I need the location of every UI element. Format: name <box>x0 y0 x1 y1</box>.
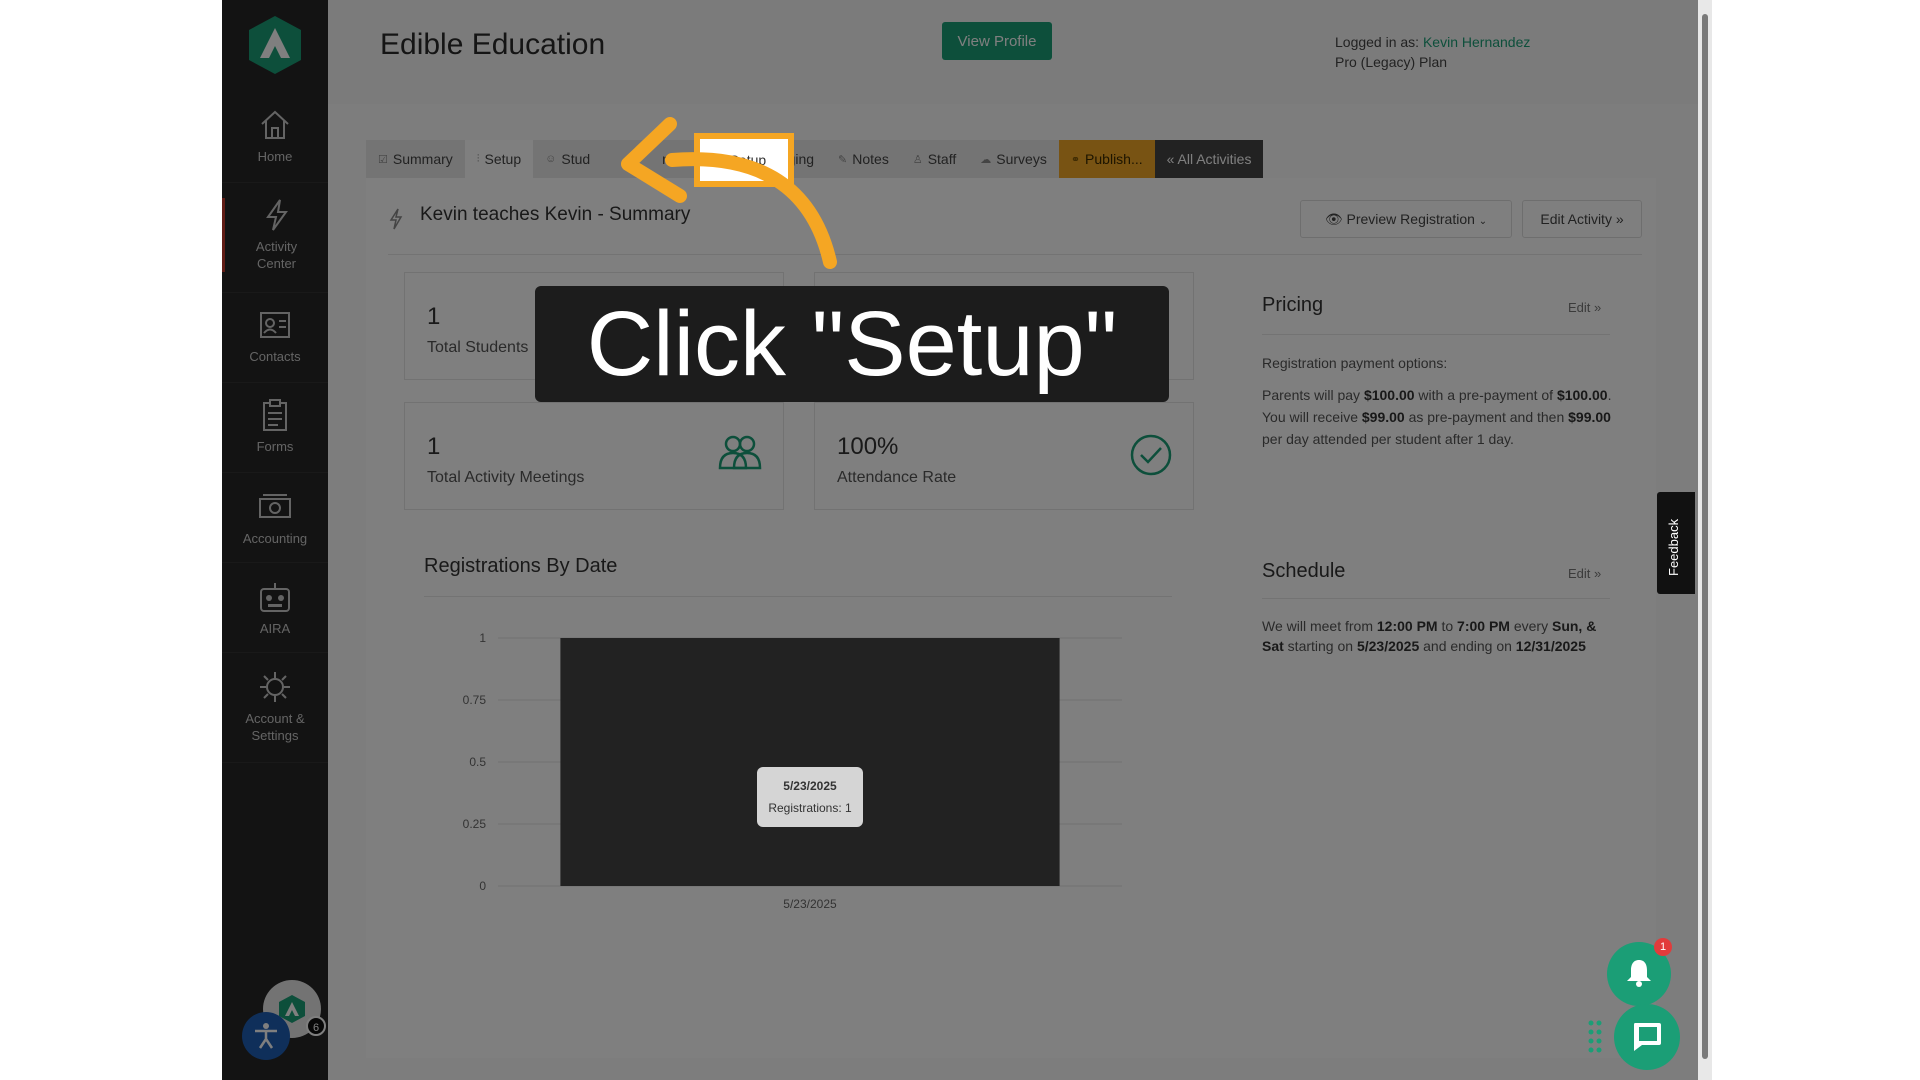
x-tick-label: 5/23/2025 <box>783 897 837 911</box>
cash-icon <box>259 494 291 518</box>
accessibility-badge: 6 <box>306 1016 326 1036</box>
schedule-value: 5/23/2025 <box>1356 638 1420 654</box>
schedule-text: to <box>1437 618 1458 634</box>
schedule-details: We will meet from 12:00 PM to 7:00 PM ev… <box>1262 616 1612 656</box>
chart-title: Registrations By Date <box>424 555 618 577</box>
y-tick-label: 0 <box>479 879 486 893</box>
schedule-edit-link[interactable]: Edit » <box>1568 566 1601 581</box>
sidebar-item-label: Contacts <box>249 349 301 364</box>
pricing-amount: $99.00 <box>1568 409 1611 425</box>
schedule-text: starting on <box>1283 638 1357 654</box>
divider <box>424 596 1172 597</box>
stat-label: Attendance Rate <box>837 469 957 486</box>
tooltip-text: Registrations: 1 <box>768 801 852 815</box>
contacts-icon <box>260 312 290 338</box>
stat-value: 1 <box>427 433 441 460</box>
pricing-text: with a pre-payment of <box>1414 387 1557 403</box>
notification-badge: 1 <box>1654 938 1672 956</box>
stat-value: 1 <box>427 303 441 330</box>
schedule-value: 7:00 PM <box>1457 618 1510 634</box>
robot-icon <box>260 583 290 612</box>
pricing-payment-options: Registration payment options: <box>1262 355 1448 371</box>
divider <box>222 562 328 563</box>
divider <box>222 472 328 473</box>
chart-bar[interactable] <box>560 638 1060 886</box>
pricing-text: as pre-payment and then <box>1404 409 1569 425</box>
schedule-text: We will meet from <box>1262 618 1377 634</box>
tutorial-callout: Click "Setup" <box>535 286 1169 402</box>
divider <box>222 652 328 653</box>
y-tick-label: 0.5 <box>469 755 486 769</box>
tooltip-date: 5/23/2025 <box>783 779 837 793</box>
feedback-label: Feedback <box>1666 518 1681 576</box>
sidebar-item-accounting[interactable]: Accounting <box>222 490 328 547</box>
sidebar-item-aira[interactable]: AIRA <box>222 580 328 637</box>
schedule-text: and ending on <box>1419 638 1516 654</box>
y-tick-label: 0.75 <box>463 693 487 707</box>
accessibility-button[interactable] <box>242 1012 290 1060</box>
pricing-text: per day attended per student after 1 day… <box>1262 431 1514 447</box>
sidebar-item-account-settings[interactable]: Account & Settings <box>222 670 328 744</box>
pricing-details: Parents will pay $100.00 with a pre-paym… <box>1262 384 1612 450</box>
y-tick-label: 0.25 <box>463 817 487 831</box>
divider <box>1262 334 1610 335</box>
chat-button[interactable] <box>1614 1004 1680 1070</box>
app-window: Home Activity Center Contacts Forms Acco… <box>222 0 1698 1080</box>
pricing-edit-link[interactable]: Edit » <box>1568 300 1601 315</box>
stat-label: Total Students <box>427 339 529 356</box>
sidebar-item-forms[interactable]: Forms <box>222 398 328 455</box>
sidebar-item-label: Forms <box>256 439 294 454</box>
chart-tooltip: 5/23/2025 Registrations: 1 <box>757 767 863 827</box>
schedule-text: every <box>1509 618 1552 634</box>
drag-handle-icon[interactable] <box>1588 1020 1602 1054</box>
scrollbar-thumb[interactable] <box>1702 14 1708 1059</box>
arrow-annotation-icon <box>621 117 837 269</box>
accessibility-icon <box>255 1023 277 1049</box>
pricing-amount: $100.00 <box>1556 387 1608 403</box>
stat-label: Total Activity Meetings <box>427 469 585 486</box>
schedule-value: 12:00 PM <box>1376 618 1438 634</box>
schedule-value: 12/31/2025 <box>1515 638 1586 654</box>
pricing-amount: $100.00 <box>1363 387 1415 403</box>
divider <box>222 382 328 383</box>
bell-icon <box>1627 960 1651 987</box>
sidebar-item-contacts[interactable]: Contacts <box>222 308 328 365</box>
stat-value: 100% <box>837 433 899 460</box>
check-circle-icon <box>1130 434 1172 476</box>
sidebar-item-label: Account & Settings <box>245 711 305 743</box>
stat-total-meetings: 1 Total Activity Meetings <box>404 402 784 510</box>
group-icon <box>718 435 762 470</box>
schedule-title: Schedule <box>1262 560 1346 582</box>
pricing-text: Parents will pay <box>1262 387 1364 403</box>
sidebar-item-label: AIRA <box>259 621 291 636</box>
y-tick-label: 1 <box>479 631 486 645</box>
stat-attendance-rate: 100% Attendance Rate <box>814 402 1194 510</box>
gear-icon <box>260 672 290 702</box>
pricing-amount: $99.00 <box>1361 409 1405 425</box>
divider <box>1262 598 1610 599</box>
divider <box>222 762 328 763</box>
page-scrollbar[interactable] <box>1698 0 1712 1080</box>
chat-icon <box>1634 1023 1661 1051</box>
clipboard-icon <box>263 399 287 431</box>
sidebar-item-label: Accounting <box>242 531 308 546</box>
feedback-tab[interactable]: Feedback <box>1657 492 1695 594</box>
